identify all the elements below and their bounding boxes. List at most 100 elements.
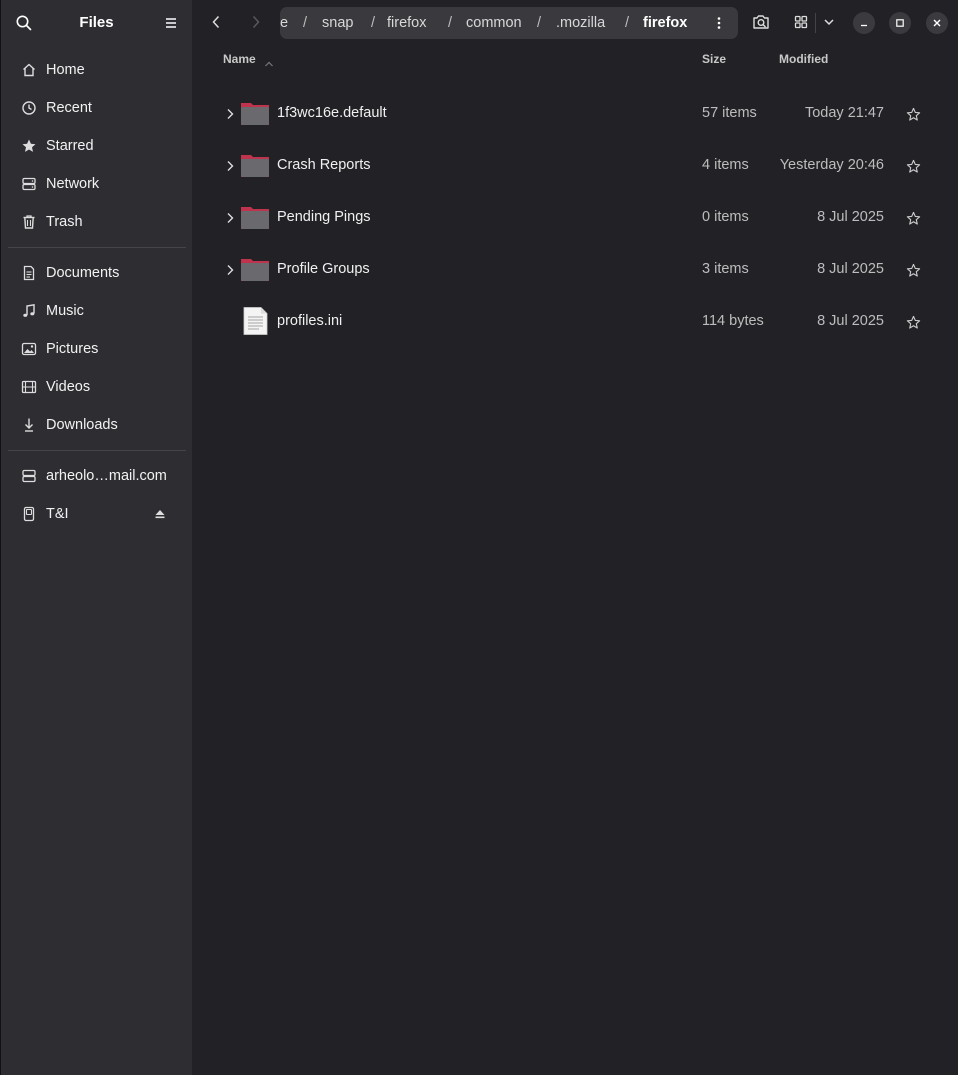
star-outline-icon[interactable] (906, 315, 921, 330)
file-name: Pending Pings (277, 209, 371, 225)
file-modified: 8 Jul 2025 (817, 261, 884, 277)
file-name: profiles.ini (277, 313, 343, 329)
sidebar-divider (8, 450, 186, 451)
star-icon (21, 138, 37, 154)
file-name: Profile Groups (277, 261, 370, 277)
forward-button[interactable] (245, 11, 267, 33)
sidebar-item-pictures[interactable]: Pictures (1, 330, 192, 368)
sidebar-item-label: Documents (46, 265, 120, 281)
file-row[interactable]: Crash Reports 4 items Yesterday 20:46 (192, 140, 958, 192)
sidebar-item-downloads[interactable]: Downloads (1, 406, 192, 444)
sidebar-item-online-account[interactable]: arheolo…mail.com (1, 457, 192, 495)
column-header-size[interactable]: Size (702, 52, 726, 66)
search-folder-icon[interactable] (750, 11, 772, 33)
video-icon (21, 379, 37, 395)
path-bar: e / snap / firefox / common / .mozilla /… (280, 7, 738, 39)
sidebar-item-home[interactable]: Home (1, 51, 192, 89)
star-outline-icon[interactable] (906, 107, 921, 122)
sidebar-item-label: Trash (46, 214, 83, 230)
column-header-modified[interactable]: Modified (779, 52, 828, 66)
sidebar-divider (8, 247, 186, 248)
file-modified: 8 Jul 2025 (817, 313, 884, 329)
breadcrumb-home-truncated[interactable]: e (280, 15, 288, 31)
path-menu-icon[interactable] (712, 16, 726, 30)
picture-icon (21, 341, 37, 357)
sidebar-places: Home Recent Starred Network Trash (1, 51, 192, 241)
file-size: 4 items (702, 157, 749, 173)
sidebar-item-label: Network (46, 176, 100, 192)
toolbar-divider (815, 13, 816, 33)
back-button[interactable] (205, 11, 227, 33)
file-modified: 8 Jul 2025 (817, 209, 884, 225)
file-size: 0 items (702, 209, 749, 225)
sidebar-item-removable-drive[interactable]: T&I (1, 495, 192, 533)
close-button[interactable] (926, 12, 948, 34)
files-window: Files Home Recent Starred Network Trash … (0, 0, 958, 1075)
sort-ascending-icon (264, 55, 274, 67)
sidebar-item-label: T&I (46, 506, 69, 522)
text-file-icon (240, 306, 270, 336)
hamburger-menu-icon[interactable] (162, 14, 180, 32)
sidebar-item-videos[interactable]: Videos (1, 368, 192, 406)
sidebar-item-label: Home (46, 62, 85, 78)
file-size: 114 bytes (702, 313, 764, 329)
sidebar-item-recent[interactable]: Recent (1, 89, 192, 127)
sidebar-item-label: Pictures (46, 341, 99, 357)
chevron-right-icon[interactable] (224, 107, 236, 121)
download-icon (21, 417, 37, 433)
file-modified: Today 21:47 (804, 105, 884, 121)
breadcrumb-separator: / (537, 15, 542, 31)
breadcrumb-current-firefox[interactable]: firefox (643, 15, 687, 31)
sidebar-item-label: Starred (46, 138, 94, 154)
file-row[interactable]: profiles.ini 114 bytes 8 Jul 2025 (192, 296, 958, 348)
music-icon (21, 303, 37, 319)
sidebar-item-starred[interactable]: Starred (1, 127, 192, 165)
file-row[interactable]: 1f3wc16e.default 57 items Today 21:47 (192, 88, 958, 140)
sidebar-item-network[interactable]: Network (1, 165, 192, 203)
sidebar-item-documents[interactable]: Documents (1, 254, 192, 292)
file-row[interactable]: Pending Pings 0 items 8 Jul 2025 (192, 192, 958, 244)
breadcrumb-firefox[interactable]: firefox (387, 15, 427, 31)
chevron-down-icon[interactable] (818, 11, 840, 33)
file-name: 1f3wc16e.default (277, 105, 387, 121)
sidebar-header: Files (1, 0, 192, 45)
removable-drive-icon (21, 506, 37, 522)
star-outline-icon[interactable] (906, 159, 921, 174)
chevron-right-icon[interactable] (224, 211, 236, 225)
trash-icon (21, 214, 37, 230)
sidebar-item-label: Downloads (46, 417, 118, 433)
clock-icon (21, 100, 37, 116)
document-icon (21, 265, 37, 281)
column-header-name[interactable]: Name (223, 52, 256, 66)
sidebar: Files Home Recent Starred Network Trash … (0, 0, 192, 1075)
breadcrumb-separator: / (448, 15, 453, 31)
home-icon (21, 62, 37, 78)
sidebar-item-trash[interactable]: Trash (1, 203, 192, 241)
sidebar-devices: arheolo…mail.com T&I (1, 457, 192, 533)
file-modified: Yesterday 20:46 (779, 157, 884, 173)
breadcrumb-separator: / (625, 15, 630, 31)
folder-icon (240, 98, 270, 128)
sidebar-item-music[interactable]: Music (1, 292, 192, 330)
maximize-button[interactable] (889, 12, 911, 34)
file-row[interactable]: Profile Groups 3 items 8 Jul 2025 (192, 244, 958, 296)
breadcrumb-separator: / (303, 15, 308, 31)
drive-icon (21, 468, 37, 484)
folder-icon (240, 254, 270, 284)
eject-icon[interactable] (154, 508, 166, 520)
star-outline-icon[interactable] (906, 211, 921, 226)
star-outline-icon[interactable] (906, 263, 921, 278)
chevron-right-icon[interactable] (224, 159, 236, 173)
breadcrumb-snap[interactable]: snap (322, 15, 353, 31)
sidebar-item-label: Videos (46, 379, 91, 395)
network-icon (21, 176, 37, 192)
file-name: Crash Reports (277, 157, 371, 173)
breadcrumb-mozilla[interactable]: .mozilla (556, 15, 605, 31)
grid-view-icon[interactable] (790, 11, 812, 33)
file-size: 57 items (702, 105, 757, 121)
breadcrumb-common[interactable]: common (466, 15, 522, 31)
sidebar-item-label: Recent (46, 100, 92, 116)
chevron-right-icon[interactable] (224, 263, 236, 277)
minimize-button[interactable] (853, 12, 875, 34)
folder-icon (240, 202, 270, 232)
